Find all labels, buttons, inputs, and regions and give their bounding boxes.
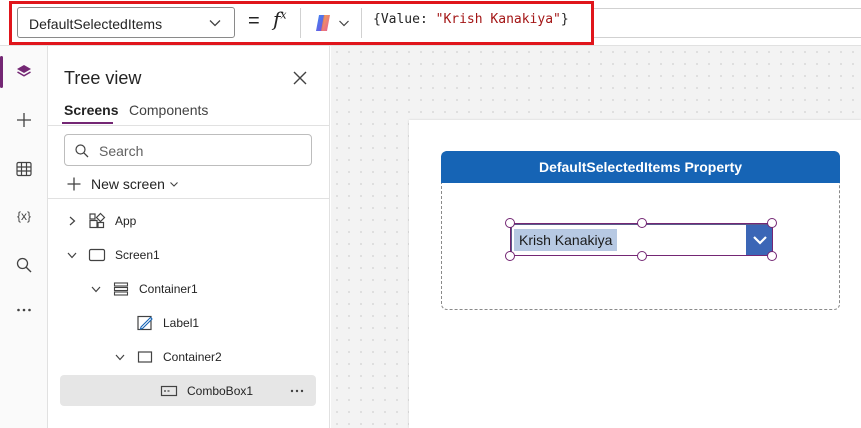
tree-node-container1[interactable]: Container1 — [90, 274, 198, 304]
tree-node-label: Container1 — [139, 282, 198, 296]
combobox-value: Krish Kanakiya — [519, 232, 613, 248]
new-screen-label: New screen — [91, 176, 165, 192]
tree-node-label1[interactable]: Label1 — [114, 308, 199, 338]
more-options-icon[interactable] — [289, 384, 305, 398]
resize-handle-top-right[interactable] — [767, 218, 777, 228]
resize-handle-bottom-left[interactable] — [505, 251, 515, 261]
more-rail-button[interactable] — [12, 298, 36, 322]
chevron-down-icon — [752, 236, 767, 245]
plus-icon — [67, 177, 81, 191]
chevron-down-icon — [170, 182, 178, 187]
tree-node-screen1[interactable]: Screen1 — [66, 240, 160, 270]
resize-handle-top-left[interactable] — [505, 218, 515, 228]
plus-icon — [17, 113, 31, 127]
data-rail-button[interactable] — [12, 157, 36, 181]
divider — [48, 198, 330, 199]
chevron-down-icon[interactable] — [114, 351, 126, 363]
container-icon — [113, 282, 129, 296]
search-icon — [16, 257, 32, 273]
tree-node-label: Container2 — [163, 350, 222, 364]
label-icon — [137, 315, 153, 331]
formula-input-extension[interactable] — [594, 8, 861, 38]
layers-icon — [17, 65, 31, 77]
close-icon[interactable] — [290, 68, 310, 88]
tree-node-container2[interactable]: Container2 — [114, 342, 222, 372]
divider — [48, 125, 330, 126]
tree-node-combobox1[interactable]: ComboBox1 — [138, 376, 253, 406]
resize-handle-bottom[interactable] — [637, 251, 647, 261]
chevron-down-icon[interactable] — [66, 249, 78, 261]
chevron-right-icon[interactable] — [66, 215, 78, 227]
left-rail: {x} — [0, 46, 48, 428]
variables-icon: {x} — [16, 209, 31, 223]
more-icon — [17, 308, 31, 312]
tree-view-title: Tree view — [64, 68, 142, 88]
resize-handle-bottom-right[interactable] — [767, 251, 777, 261]
new-screen-button[interactable]: New screen — [66, 174, 179, 194]
table-icon — [16, 161, 32, 177]
active-tab-indicator — [62, 122, 113, 124]
tree-node-label: Label1 — [163, 316, 200, 330]
insert-rail-button[interactable] — [12, 108, 36, 132]
variables-rail-button[interactable]: {x} — [12, 204, 36, 228]
active-indicator — [0, 56, 3, 88]
container-icon — [137, 351, 153, 363]
app-icon — [89, 212, 106, 229]
resize-handle-top[interactable] — [637, 218, 647, 228]
tree-node-app[interactable]: App — [66, 206, 136, 236]
search-rail-button[interactable] — [12, 253, 36, 277]
tree-node-label: App — [115, 214, 137, 228]
power-apps-studio: DefaultSelectedItems = fx {Value: "Krish… — [0, 0, 861, 428]
search-icon — [75, 144, 89, 158]
search-placeholder: Search — [99, 143, 144, 159]
tree-node-label: Screen1 — [115, 248, 160, 262]
tree-view-pane: Tree view Screens Components Search New … — [48, 46, 330, 428]
tab-screens[interactable]: Screens — [64, 102, 118, 118]
chevron-down-icon[interactable] — [90, 283, 102, 295]
search-input[interactable]: Search — [64, 134, 312, 166]
combobox-icon — [160, 385, 178, 397]
header-label[interactable]: DefaultSelectedItems Property — [441, 151, 840, 183]
annotation-highlight-box — [9, 1, 594, 45]
tree-node-label: ComboBox1 — [187, 384, 254, 398]
screen-icon — [88, 248, 106, 262]
tab-components[interactable]: Components — [129, 102, 208, 118]
tree-view-rail-button[interactable] — [12, 60, 36, 84]
